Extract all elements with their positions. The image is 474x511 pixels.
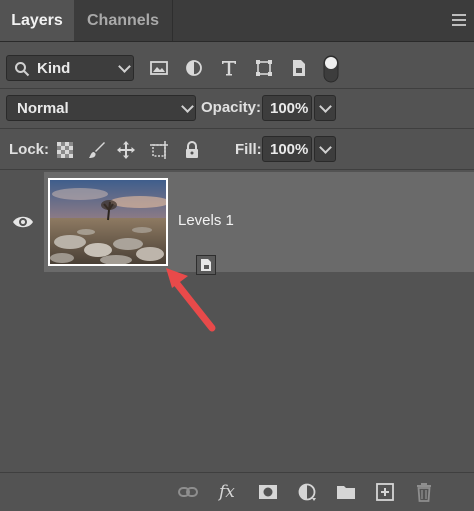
bottom-toolbar: fx	[0, 472, 474, 511]
fill-value: 100%	[270, 141, 309, 158]
opacity-dropdown-button[interactable]	[314, 95, 336, 121]
lock-position-icon[interactable]	[116, 140, 136, 160]
panel-menu-icon[interactable]	[452, 14, 466, 26]
layer-row[interactable]: Levels 1	[0, 172, 474, 275]
new-adjustment-icon[interactable]	[296, 482, 318, 502]
lock-label: Lock:	[9, 141, 50, 158]
lock-transparent-pixels-icon[interactable]	[55, 140, 75, 160]
adjustment-filter-icon[interactable]	[184, 58, 204, 78]
tab-bar: Layers Channels	[0, 0, 474, 42]
fx-icon[interactable]: fx	[219, 482, 235, 502]
filter-toggle-icon[interactable]	[323, 54, 339, 84]
landscape-thumbnail-image	[50, 180, 166, 264]
chevron-down-icon	[319, 100, 332, 113]
lock-image-pixels-icon[interactable]	[87, 140, 107, 160]
layer-name[interactable]: Levels 1	[178, 212, 234, 229]
blend-mode-value: Normal	[17, 100, 69, 117]
filter-kind-dropdown[interactable]: Kind	[6, 55, 134, 81]
opacity-label: Opacity:	[201, 99, 262, 116]
tab-channels[interactable]: Channels	[74, 0, 173, 41]
filter-kind-label: Kind	[37, 60, 71, 77]
image-filter-icon[interactable]	[149, 58, 169, 78]
chevron-down-icon	[319, 141, 332, 154]
opacity-input[interactable]: 100%	[262, 95, 312, 121]
lock-artboard-icon[interactable]	[149, 140, 169, 160]
delete-icon[interactable]	[413, 482, 435, 502]
blend-mode-dropdown[interactable]: Normal	[6, 95, 196, 121]
fill-dropdown-button[interactable]	[314, 136, 336, 162]
new-group-icon[interactable]	[335, 482, 357, 502]
type-filter-icon[interactable]	[219, 58, 239, 78]
tab-layers[interactable]: Layers	[0, 0, 74, 41]
fill-input[interactable]: 100%	[262, 136, 312, 162]
shape-filter-icon[interactable]	[254, 58, 274, 78]
link-layers-icon[interactable]	[177, 482, 199, 502]
lock-all-icon[interactable]	[182, 140, 202, 160]
add-mask-icon[interactable]	[257, 482, 279, 502]
layers-panel: Layers Channels Kind Normal Opacity: 100…	[0, 0, 474, 511]
opacity-value: 100%	[270, 100, 309, 117]
eye-icon[interactable]	[12, 214, 34, 230]
chevron-down-icon	[118, 60, 131, 73]
layer-thumbnail[interactable]	[48, 178, 216, 275]
smart-object-filter-icon[interactable]	[289, 58, 309, 78]
annotation-arrow	[166, 268, 216, 332]
fill-label: Fill:	[235, 141, 262, 158]
chevron-down-icon	[181, 100, 194, 113]
search-icon	[15, 62, 30, 77]
new-layer-icon[interactable]	[374, 482, 396, 502]
